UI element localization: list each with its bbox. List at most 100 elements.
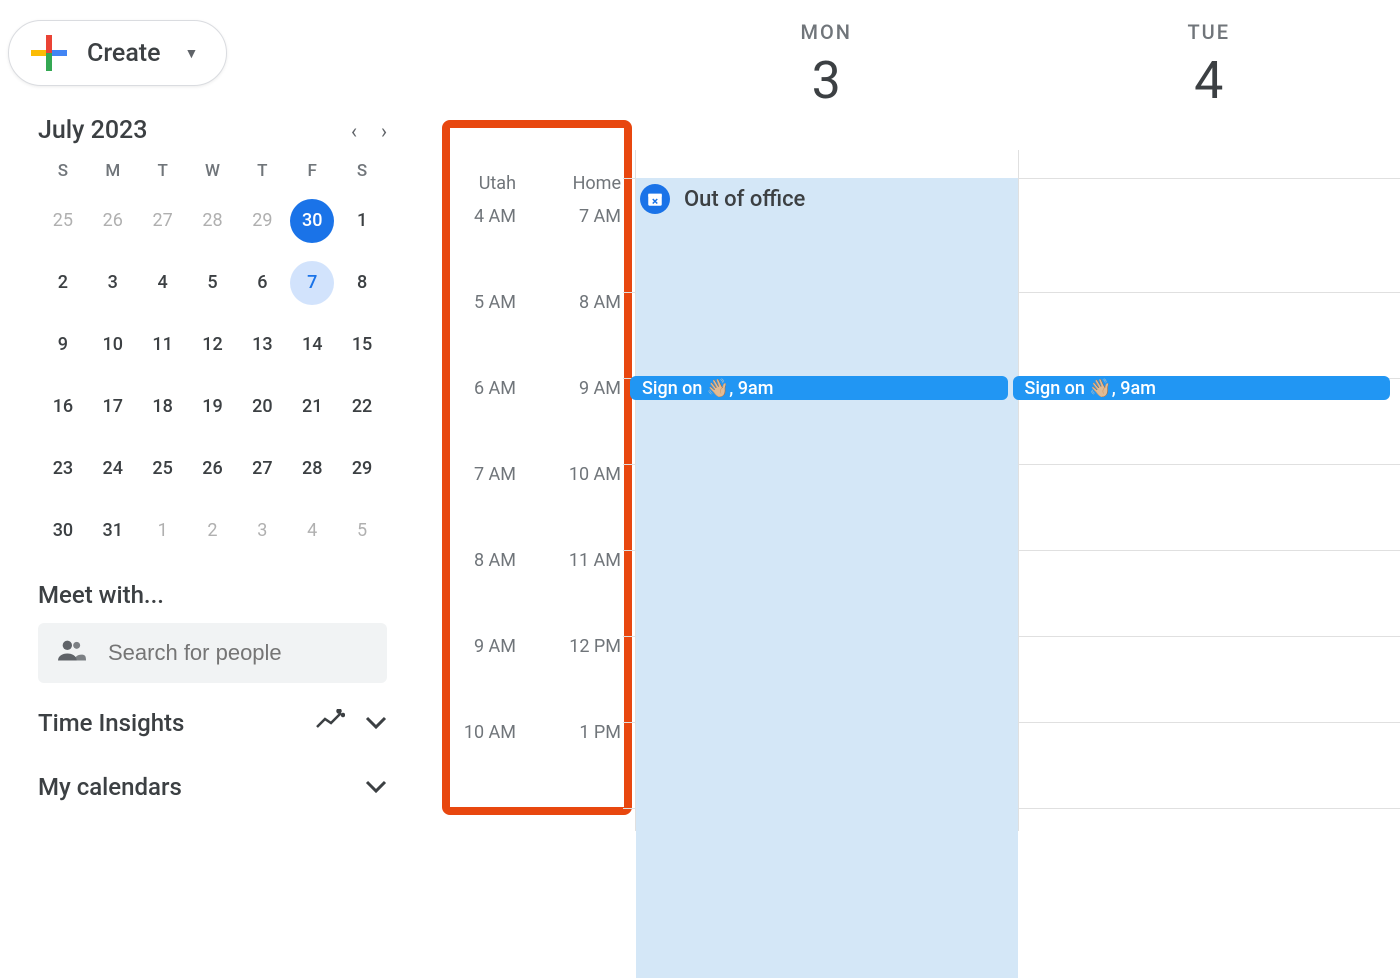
meet-with-title: Meet with... (8, 553, 417, 623)
mini-calendar: July 2023 ‹ › SMTWTFS2526272829301234567… (8, 116, 417, 553)
mini-cal-day[interactable]: 28 (290, 447, 334, 491)
mini-cal-day[interactable]: 6 (240, 261, 284, 305)
hour-label: 6 AM (425, 378, 516, 464)
hour-label: 10 AM (530, 464, 621, 550)
mini-cal-day[interactable]: 4 (141, 261, 185, 305)
ooo-header: Out of office (640, 184, 805, 214)
mini-cal-day[interactable]: 13 (240, 323, 284, 367)
mini-cal-day[interactable]: 10 (91, 323, 135, 367)
calendar-main: MON 3TUE 4 Utah4 AM5 AM6 AM7 AM8 AM9 AM10 … (425, 0, 1400, 831)
mini-cal-day[interactable]: 2 (190, 509, 234, 553)
tz-col: Utah4 AM5 AM6 AM7 AM8 AM9 AM10 AM (425, 150, 530, 831)
mini-cal-day[interactable]: 15 (340, 323, 384, 367)
mini-cal-day[interactable]: 14 (290, 323, 334, 367)
dow-label: T (138, 161, 188, 181)
search-people-field[interactable] (38, 623, 387, 683)
hour-label: 11 AM (530, 550, 621, 636)
hour-label: 7 AM (425, 464, 516, 550)
mini-cal-title: July 2023 (38, 116, 147, 145)
dow-label: MON (635, 0, 1018, 44)
mini-cal-day[interactable]: 21 (290, 385, 334, 429)
mini-cal-day[interactable]: 11 (141, 323, 185, 367)
create-button[interactable]: Create ▼ (8, 20, 227, 86)
calendar-event[interactable]: Sign on 👋🏼, 9am (1013, 376, 1391, 400)
mini-cal-day[interactable]: 3 (91, 261, 135, 305)
dow-label: W (188, 161, 238, 181)
hour-label: 1 PM (530, 722, 621, 808)
dow-label: F (287, 161, 337, 181)
mini-cal-day[interactable]: 26 (91, 199, 135, 243)
mini-cal-day[interactable]: 22 (340, 385, 384, 429)
calendar-x-icon (640, 184, 670, 214)
prev-month-button[interactable]: ‹ (351, 119, 357, 143)
mini-cal-day[interactable]: 29 (340, 447, 384, 491)
mini-cal-day[interactable]: 19 (190, 385, 234, 429)
day-col[interactable]: Out of officeSign on 👋🏼, 9am (635, 150, 1018, 831)
mini-cal-day[interactable]: 1 (340, 199, 384, 243)
mini-cal-day[interactable]: 26 (190, 447, 234, 491)
hour-label: 8 AM (425, 550, 516, 636)
time-insights-section[interactable]: Time Insights (8, 683, 417, 747)
date-num: 3 (635, 50, 1018, 111)
mini-cal-day[interactable]: 24 (91, 447, 135, 491)
calendar-event[interactable]: Sign on 👋🏼, 9am (630, 376, 1008, 400)
hour-label: 5 AM (425, 292, 516, 378)
mini-cal-day[interactable]: 7 (290, 261, 334, 305)
chevron-down-icon (365, 775, 387, 800)
chevron-down-icon (365, 711, 387, 736)
plus-icon (31, 35, 67, 71)
caret-down-icon: ▼ (185, 45, 199, 62)
mini-cal-day[interactable]: 4 (290, 509, 334, 553)
hour-label: 8 AM (530, 292, 621, 378)
mini-cal-day[interactable]: 5 (190, 261, 234, 305)
search-people-input[interactable] (106, 639, 367, 667)
mini-cal-day[interactable]: 5 (340, 509, 384, 553)
dow-label: T (237, 161, 287, 181)
day-header[interactable]: TUE 4 (1018, 0, 1400, 150)
tz-col: Home7 AM8 AM9 AM10 AM11 AM12 PM1 PM (530, 150, 635, 831)
day-header[interactable]: MON 3 (635, 0, 1018, 150)
hour-label: 9 AM (530, 378, 621, 464)
mini-cal-day[interactable]: 17 (91, 385, 135, 429)
dow-label: S (337, 161, 387, 181)
mini-cal-day[interactable]: 2 (41, 261, 85, 305)
sidebar: Create ▼ July 2023 ‹ › SMTWTFS2526272829… (0, 0, 425, 831)
dow-label: M (88, 161, 138, 181)
hour-label: 12 PM (530, 636, 621, 722)
timezone-columns: Utah4 AM5 AM6 AM7 AM8 AM9 AM10 AMHome7 A… (425, 150, 635, 831)
out-of-office-block[interactable] (636, 178, 1018, 978)
ooo-title: Out of office (684, 187, 805, 212)
hour-label: 10 AM (425, 722, 516, 808)
my-calendars-section[interactable]: My calendars (8, 747, 417, 811)
mini-cal-day[interactable]: 29 (240, 199, 284, 243)
date-num: 4 (1018, 50, 1400, 111)
time-insights-title: Time Insights (38, 709, 184, 737)
day-col[interactable]: Sign on 👋🏼, 9am (1018, 150, 1400, 831)
mini-cal-day[interactable]: 16 (41, 385, 85, 429)
mini-cal-day[interactable]: 30 (290, 199, 334, 243)
mini-cal-day[interactable]: 18 (141, 385, 185, 429)
sparkle-chart-icon (315, 709, 345, 737)
people-icon (58, 639, 86, 667)
hour-label: 4 AM (425, 206, 516, 292)
mini-cal-day[interactable]: 27 (240, 447, 284, 491)
mini-cal-day[interactable]: 12 (190, 323, 234, 367)
mini-cal-day[interactable]: 1 (141, 509, 185, 553)
mini-cal-day[interactable]: 30 (41, 509, 85, 553)
next-month-button[interactable]: › (381, 119, 387, 143)
create-label: Create (87, 39, 161, 68)
dow-label: S (38, 161, 88, 181)
mini-cal-day[interactable]: 31 (91, 509, 135, 553)
mini-cal-day[interactable]: 8 (340, 261, 384, 305)
mini-cal-day[interactable]: 25 (41, 199, 85, 243)
mini-cal-day[interactable]: 9 (41, 323, 85, 367)
mini-cal-day[interactable]: 20 (240, 385, 284, 429)
day-columns[interactable]: Out of officeSign on 👋🏼, 9amSign on 👋🏼, … (635, 150, 1400, 831)
mini-cal-day[interactable]: 3 (240, 509, 284, 553)
my-calendars-title: My calendars (38, 773, 182, 801)
dow-label: TUE (1018, 0, 1400, 44)
mini-cal-day[interactable]: 23 (41, 447, 85, 491)
mini-cal-day[interactable]: 25 (141, 447, 185, 491)
mini-cal-day[interactable]: 28 (190, 199, 234, 243)
mini-cal-day[interactable]: 27 (141, 199, 185, 243)
